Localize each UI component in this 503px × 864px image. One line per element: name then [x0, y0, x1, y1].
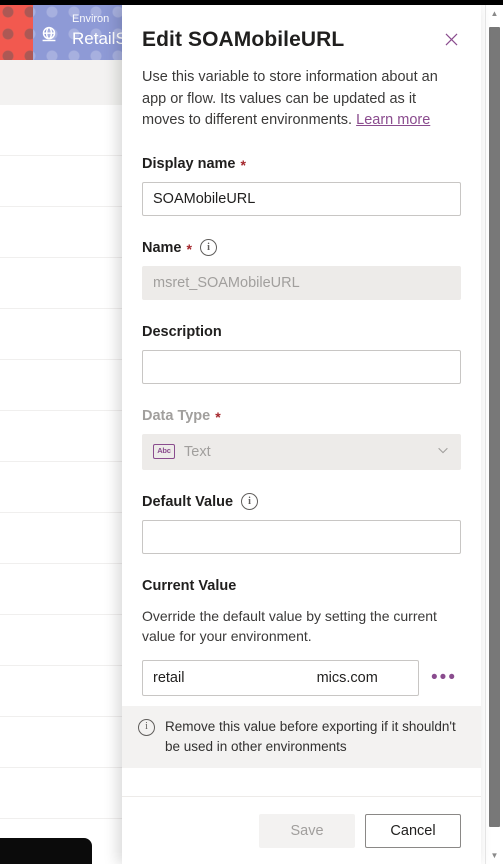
background-black-overlay	[0, 838, 92, 864]
current-value-input-wrapper	[142, 659, 420, 696]
name-label-text: Name	[142, 239, 182, 256]
scroll-up-arrow-icon[interactable]: ▲	[486, 5, 503, 22]
edit-variable-panel: Edit SOAMobileURL Use this variable to s…	[122, 5, 481, 864]
name-input[interactable]	[142, 265, 461, 300]
required-asterisk: *	[186, 240, 192, 257]
panel-body: Edit SOAMobileURL Use this variable to s…	[122, 5, 481, 796]
current-value-input[interactable]	[142, 659, 420, 696]
current-value-more-options-button[interactable]: •••	[427, 668, 461, 687]
required-asterisk: *	[215, 408, 221, 425]
data-type-label-text: Data Type	[142, 407, 211, 424]
abc-text-type-icon: Abc	[153, 444, 175, 459]
save-button[interactable]: Save	[259, 813, 355, 848]
current-value-field-block: Current Value Override the default value…	[142, 576, 461, 696]
cancel-button[interactable]: Cancel	[365, 813, 461, 848]
display-name-field-block: Display name *	[142, 154, 461, 216]
default-value-label: Default Value i	[142, 492, 461, 512]
environment-banner-text: Environ RetailS	[72, 12, 127, 50]
description-label-text: Description	[142, 323, 222, 340]
current-value-label: Current Value	[142, 576, 461, 596]
display-name-label: Display name *	[142, 154, 461, 174]
globe-icon	[38, 24, 60, 46]
close-icon[interactable]	[437, 25, 465, 53]
panel-header: Edit SOAMobileURL	[142, 5, 461, 53]
current-value-label-text: Current Value	[142, 577, 237, 594]
data-type-label: Data Type *	[142, 406, 461, 426]
info-icon: i	[138, 718, 155, 736]
description-field-block: Description	[142, 322, 461, 384]
environment-kicker: Environ	[72, 13, 110, 25]
export-warning-bar: i Remove this value before exporting if …	[122, 705, 481, 768]
default-value-field-block: Default Value i	[142, 492, 461, 554]
description-label: Description	[142, 322, 461, 342]
default-value-label-text: Default Value	[142, 493, 234, 510]
info-icon[interactable]: i	[241, 493, 259, 510]
page-title: Edit SOAMobileURL	[142, 28, 345, 51]
window-scrollbar[interactable]: ▲ ▼	[485, 5, 503, 864]
data-type-field-block: Data Type * Abc Text	[142, 406, 461, 470]
data-type-dropdown[interactable]: Abc Text	[142, 433, 461, 470]
banner-red-dot-pattern	[0, 4, 33, 60]
environment-title: RetailS	[72, 29, 127, 48]
required-asterisk: *	[240, 156, 246, 173]
info-icon[interactable]: i	[199, 239, 217, 256]
learn-more-link[interactable]: Learn more	[356, 112, 430, 128]
display-name-label-text: Display name	[142, 155, 236, 172]
default-value-input[interactable]	[142, 519, 461, 554]
scrollbar-thumb[interactable]	[489, 27, 500, 827]
name-label: Name * i	[142, 238, 461, 258]
panel-description: Use this variable to store information a…	[142, 67, 461, 132]
display-name-input[interactable]	[142, 181, 461, 216]
scroll-down-arrow-icon[interactable]: ▼	[486, 847, 503, 864]
chevron-down-icon	[436, 443, 450, 460]
current-value-row: •••	[142, 659, 461, 696]
description-input[interactable]	[142, 349, 461, 384]
data-type-value: Text	[184, 443, 211, 460]
export-warning-text: Remove this value before exporting if it…	[165, 718, 456, 754]
current-value-helper-text: Override the default value by setting th…	[142, 607, 437, 644]
panel-footer: Save Cancel	[122, 796, 481, 864]
name-field-block: Name * i	[142, 238, 461, 300]
